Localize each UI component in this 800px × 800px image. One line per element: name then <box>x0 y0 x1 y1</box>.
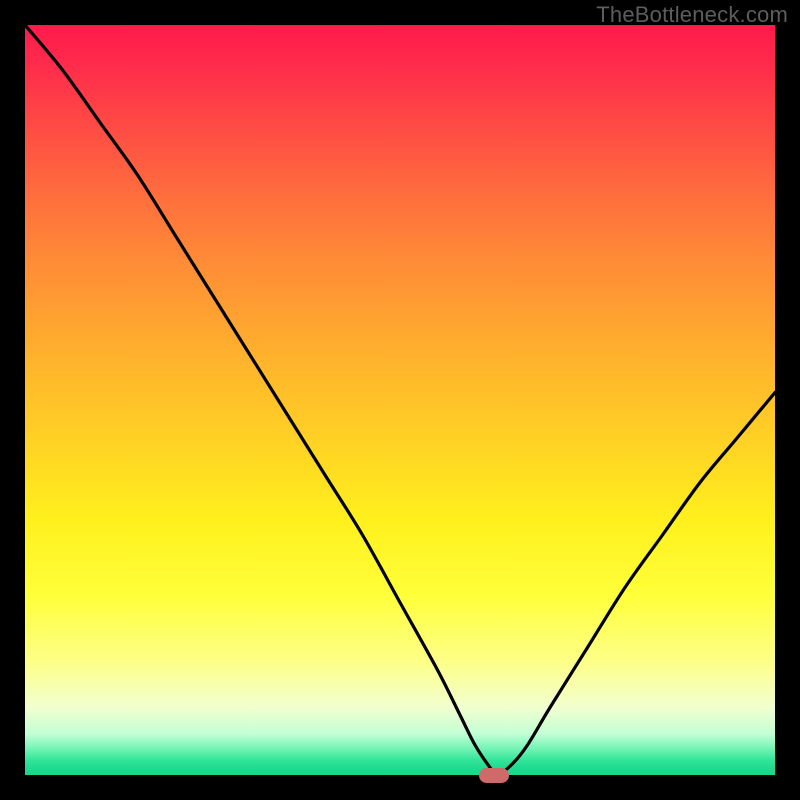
chart-frame: TheBottleneck.com <box>0 0 800 800</box>
plot-area <box>25 25 775 775</box>
curve-layer <box>25 25 775 775</box>
optimal-point-marker <box>479 768 509 783</box>
bottleneck-curve <box>25 25 775 775</box>
watermark-text: TheBottleneck.com <box>596 2 788 28</box>
